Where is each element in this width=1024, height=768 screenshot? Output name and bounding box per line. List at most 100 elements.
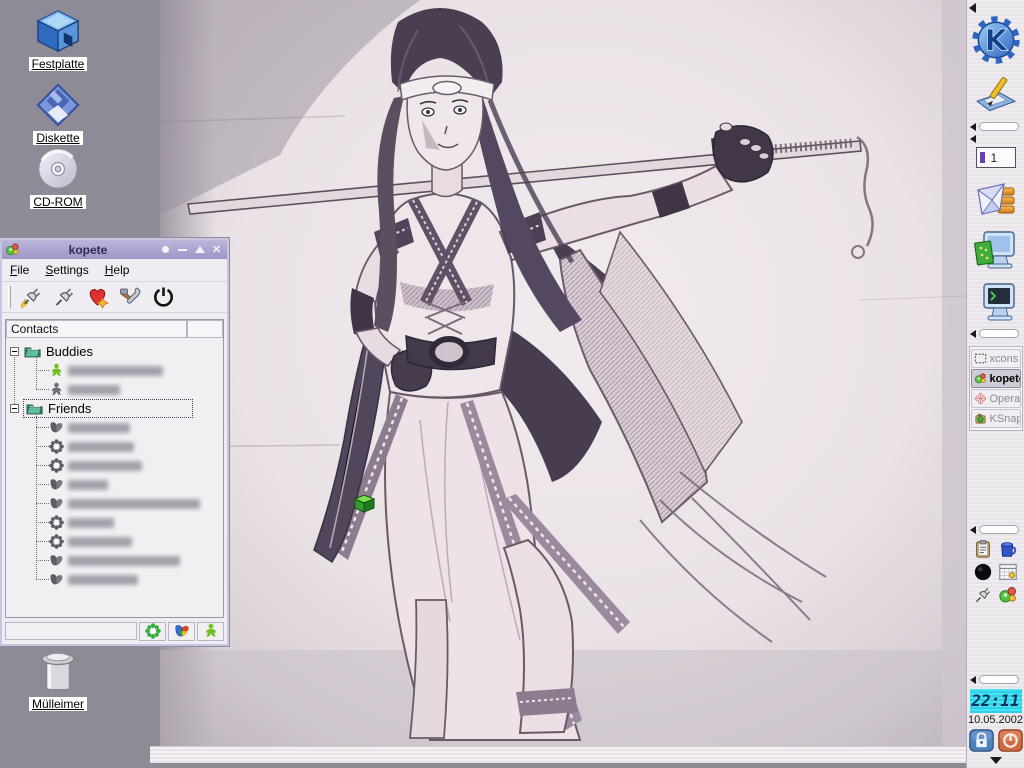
taskbar-button-ksnapshot[interactable]: KSnap xyxy=(971,409,1021,428)
contact-row[interactable] xyxy=(6,532,132,551)
desktop-icon-label: Mülleimer xyxy=(29,697,87,711)
icq-offline-icon xyxy=(49,515,64,530)
taskbar-button-kopete[interactable]: kopete xyxy=(971,369,1021,388)
desktop-icon-muelleimer[interactable]: Mülleimer xyxy=(6,648,110,713)
contact-row[interactable] xyxy=(6,570,138,589)
applet-handle-pill xyxy=(979,525,1019,534)
icq-offline-icon xyxy=(49,534,64,549)
applet-arrow-icon xyxy=(970,330,976,338)
contact-name-blurred xyxy=(68,556,180,566)
panel-hide-arrow-bottom[interactable] xyxy=(990,757,1002,764)
lock-button[interactable] xyxy=(969,729,994,752)
connect-icon[interactable] xyxy=(19,285,44,309)
teatime-mug-icon[interactable] xyxy=(998,539,1018,559)
klipper-icon[interactable] xyxy=(973,539,993,559)
contact-name-blurred xyxy=(68,385,120,395)
contact-row[interactable] xyxy=(6,551,180,570)
contact-row[interactable] xyxy=(6,513,114,532)
kicker-panel: 1 xcons kopete Opera KSnap xyxy=(966,0,1024,768)
konsole-button[interactable] xyxy=(973,280,1019,324)
toolbar-handle[interactable] xyxy=(8,286,11,308)
msn-status-cell[interactable] xyxy=(168,622,195,641)
contact-row[interactable] xyxy=(6,437,134,456)
kmail-button[interactable] xyxy=(973,176,1019,220)
kopete-tray-icon[interactable] xyxy=(998,585,1018,605)
sticky-button[interactable] xyxy=(158,242,173,257)
collapse-expander-icon[interactable] xyxy=(10,404,19,413)
applet-handle[interactable] xyxy=(967,524,1024,536)
clock-date[interactable]: 10.05.2002 xyxy=(968,714,1023,726)
menu-help[interactable]: Help xyxy=(105,263,130,277)
contact-row[interactable] xyxy=(6,494,200,513)
quit-power-icon[interactable] xyxy=(151,285,176,309)
contact-row[interactable] xyxy=(6,418,130,437)
menubar: File Settings Help xyxy=(2,259,227,282)
tree-guide-stub xyxy=(36,446,49,447)
tree-guide-stub xyxy=(36,389,49,390)
opera-icon xyxy=(974,392,987,405)
task-label: KSnap xyxy=(990,413,1021,425)
group-row-buddies[interactable]: Buddies xyxy=(6,342,95,361)
applet-arrow-icon xyxy=(970,676,976,684)
contact-name-blurred xyxy=(68,537,132,547)
desktop-icon-cdrom[interactable]: CD-ROM xyxy=(6,146,110,211)
bottom-taskbar-strip xyxy=(150,746,966,768)
desktop-icon-diskette[interactable]: Diskette xyxy=(6,82,110,147)
applet-handle[interactable] xyxy=(967,674,1024,686)
black-circle-tray-icon[interactable] xyxy=(973,562,993,582)
contact-name-blurred xyxy=(68,423,130,433)
status-column-header[interactable] xyxy=(187,320,223,338)
titlebar[interactable]: kopete ✕ xyxy=(2,240,227,259)
tree-guide-stub xyxy=(36,427,49,428)
digital-clock[interactable]: 22:11 xyxy=(970,689,1022,713)
window-title: kopete xyxy=(20,243,156,257)
trash-icon xyxy=(35,648,81,694)
group-row-friends[interactable]: Friends xyxy=(6,399,192,418)
taskbar-button-opera[interactable]: Opera xyxy=(971,389,1021,408)
task-label: xcons xyxy=(990,353,1019,365)
contact-name-blurred xyxy=(68,575,138,585)
green-package-icon[interactable] xyxy=(351,492,377,514)
contact-row[interactable] xyxy=(6,456,142,475)
collapse-expander-icon[interactable] xyxy=(10,347,19,356)
icq-offline-icon xyxy=(49,439,64,454)
disconnect-icon[interactable] xyxy=(52,285,77,309)
desktop-pager[interactable]: 1 xyxy=(976,147,1016,168)
hard-disk-house-icon xyxy=(35,8,81,54)
plug-tray-icon[interactable] xyxy=(973,585,993,605)
desktop-icon-festplatte[interactable]: Festplatte xyxy=(6,8,110,73)
contact-name-blurred xyxy=(68,366,163,376)
applet-arrow-icon[interactable] xyxy=(970,135,976,143)
taskbar-button-xconsole[interactable]: xcons xyxy=(971,349,1021,368)
korganizer-icon[interactable] xyxy=(998,562,1018,582)
contact-row[interactable] xyxy=(6,475,108,494)
tree-guide-stub xyxy=(36,503,49,504)
contact-tree[interactable]: Buddies Friends xyxy=(6,338,223,617)
minimize-button[interactable] xyxy=(175,242,190,257)
contact-row[interactable] xyxy=(6,380,120,399)
tree-guide-stub xyxy=(36,560,49,561)
kopete-icon xyxy=(974,372,987,385)
contact-row[interactable] xyxy=(6,361,163,380)
panel-hide-arrow-top[interactable] xyxy=(969,3,976,13)
configure-tools-icon[interactable] xyxy=(118,285,143,309)
applet-handle[interactable] xyxy=(967,121,1024,133)
menu-settings[interactable]: Settings xyxy=(45,263,88,277)
applet-handle[interactable] xyxy=(967,328,1024,340)
kmenu-button[interactable] xyxy=(971,15,1021,65)
maximize-button[interactable] xyxy=(192,242,207,257)
focused-group: Friends xyxy=(24,400,192,417)
close-button[interactable]: ✕ xyxy=(209,242,224,257)
contact-name-blurred xyxy=(68,461,142,471)
contacts-column-header[interactable]: Contacts xyxy=(6,320,187,338)
desktop-access-button[interactable] xyxy=(973,73,1019,117)
logout-button[interactable] xyxy=(998,729,1023,752)
icq-status-cell[interactable] xyxy=(139,622,166,641)
msn-online-icon xyxy=(174,623,190,639)
menu-file[interactable]: File xyxy=(10,263,29,277)
kcontrol-button[interactable] xyxy=(973,228,1019,272)
msn-offline-icon xyxy=(49,420,64,435)
aim-status-cell[interactable] xyxy=(197,622,224,641)
icq-offline-icon xyxy=(49,458,64,473)
add-contact-heart-icon[interactable] xyxy=(85,285,110,309)
